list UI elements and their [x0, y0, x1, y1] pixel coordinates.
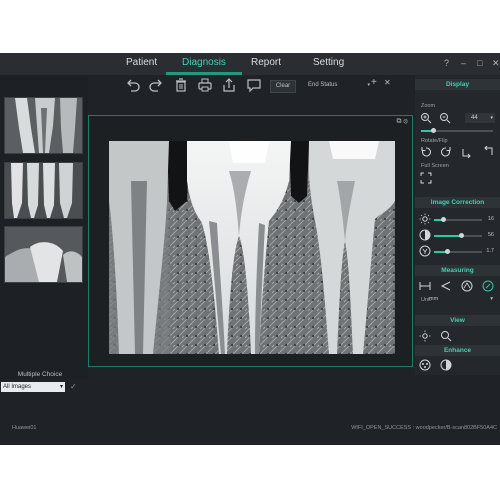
full-screen-label: Full Screen	[421, 163, 449, 169]
measure-angle-icon[interactable]	[440, 280, 452, 292]
contrast-slider-knob[interactable]	[458, 233, 464, 238]
maximize-icon[interactable]: □	[477, 58, 482, 68]
tab-patient[interactable]: Patient	[126, 57, 157, 68]
image-correction-section-title: Image Correction	[415, 197, 500, 208]
zoom-slider-knob[interactable]	[431, 128, 436, 133]
brightness-slider-knob[interactable]	[440, 217, 446, 222]
contrast-slider[interactable]	[434, 233, 482, 238]
thumbnail-panel: Multiple Choice All Images ▾ ✓	[0, 75, 88, 392]
chevron-down-icon: ▾	[367, 82, 370, 88]
close-icon[interactable]: ✕	[492, 58, 500, 69]
export-icon[interactable]	[221, 77, 237, 93]
device-name: Huawei01	[12, 425, 37, 431]
thumbnail-image-2[interactable]	[4, 162, 83, 219]
status-select[interactable]: End Status ▾	[302, 80, 370, 91]
unit-value: mm	[429, 296, 439, 302]
right-panel: Display Zoom 44 ▾ Rotate/Flip Full Scree	[415, 75, 500, 375]
image-viewer[interactable]: ⧉ ⊗	[88, 115, 413, 367]
top-nav: Patient Diagnosis Report Setting ? – □ ✕	[0, 53, 500, 75]
image-filter-value: All Images	[3, 384, 32, 390]
status-bar: Huawei01 WIFI_OPEN_SUCCESS : woodpecker/…	[0, 423, 500, 435]
multiple-choice-label: Multiple Choice	[17, 371, 63, 378]
flip-horizontal-icon[interactable]	[461, 146, 473, 158]
contrast-icon	[419, 229, 431, 241]
chevron-down-icon: ▾	[490, 115, 493, 121]
zoom-out-icon[interactable]	[439, 112, 451, 124]
clear-button[interactable]: Clear	[270, 80, 296, 93]
tab-report[interactable]: Report	[251, 57, 281, 68]
app-window: Patient Diagnosis Report Setting ? – □ ✕	[0, 53, 500, 445]
view-brightness-icon[interactable]	[419, 330, 431, 342]
fit-window-icon[interactable]: ⧉	[396, 118, 401, 125]
measure-length-icon[interactable]	[419, 280, 431, 292]
connection-status: WIFI_OPEN_SUCCESS : woodpecker/B-scan802…	[351, 425, 497, 431]
gamma-slider[interactable]	[434, 249, 482, 254]
rotate-left-icon[interactable]	[420, 146, 432, 158]
gamma-icon	[419, 245, 431, 257]
magnifier-icon[interactable]	[440, 330, 452, 342]
status-value: End Status	[308, 82, 338, 88]
brightness-slider[interactable]	[434, 217, 482, 222]
unit-select[interactable]: mm ▾	[429, 295, 493, 304]
add-icon[interactable]: +	[371, 77, 377, 88]
flip-vertical-icon[interactable]	[482, 146, 494, 158]
chevron-down-icon: ▾	[59, 384, 63, 390]
zoom-slider[interactable]	[421, 128, 493, 133]
thumbnail-image-3[interactable]	[4, 226, 83, 283]
rotate-flip-label: Rotate/Flip	[421, 138, 448, 144]
enhance-section-title: Enhance	[415, 345, 500, 356]
brightness-value: 16	[487, 216, 494, 222]
tab-setting[interactable]: Setting	[313, 57, 344, 68]
gamma-slider-knob[interactable]	[445, 249, 451, 254]
undo-icon[interactable]	[125, 77, 141, 93]
image-filter-select[interactable]: All Images ▾	[1, 382, 65, 392]
display-section-title: Display	[415, 79, 500, 90]
fullscreen-icon[interactable]	[420, 172, 432, 184]
contrast-value: 56	[487, 232, 494, 238]
toolbar: Clear End Status ▾ + ✕	[88, 75, 413, 95]
zoom-in-icon[interactable]	[420, 112, 432, 124]
dental-xray-image[interactable]	[109, 141, 395, 354]
gamma-value: 1.7	[486, 248, 494, 254]
calibrate-icon[interactable]	[482, 280, 494, 292]
tab-diagnosis[interactable]: Diagnosis	[182, 57, 226, 68]
comment-icon[interactable]	[246, 77, 262, 93]
rotate-right-icon[interactable]	[440, 146, 452, 158]
zoom-value: 44	[471, 115, 478, 121]
brightness-icon	[419, 213, 431, 225]
check-icon[interactable]: ✓	[70, 382, 80, 392]
trash-icon[interactable]	[173, 77, 189, 93]
measuring-section-title: Measuring	[415, 265, 500, 276]
minimize-icon[interactable]: –	[461, 58, 466, 68]
measure-area-icon[interactable]	[461, 280, 473, 292]
invert-icon[interactable]	[440, 359, 452, 371]
print-icon[interactable]	[197, 77, 213, 93]
viewer-controls: ⧉ ⊗	[396, 118, 408, 126]
zoom-select[interactable]: 44 ▾	[465, 113, 495, 123]
zoom-label: Zoom	[421, 103, 436, 109]
redo-icon[interactable]	[148, 77, 164, 93]
enhance-filter-icon[interactable]	[419, 359, 431, 371]
help-icon[interactable]: ?	[444, 58, 449, 68]
thumbnail-image-1[interactable]	[4, 97, 83, 154]
viewer-close-icon[interactable]: ⊗	[403, 118, 408, 125]
view-section-title: View	[415, 315, 500, 326]
close-tab-icon[interactable]: ✕	[384, 78, 391, 87]
chevron-down-icon: ▾	[490, 296, 493, 302]
